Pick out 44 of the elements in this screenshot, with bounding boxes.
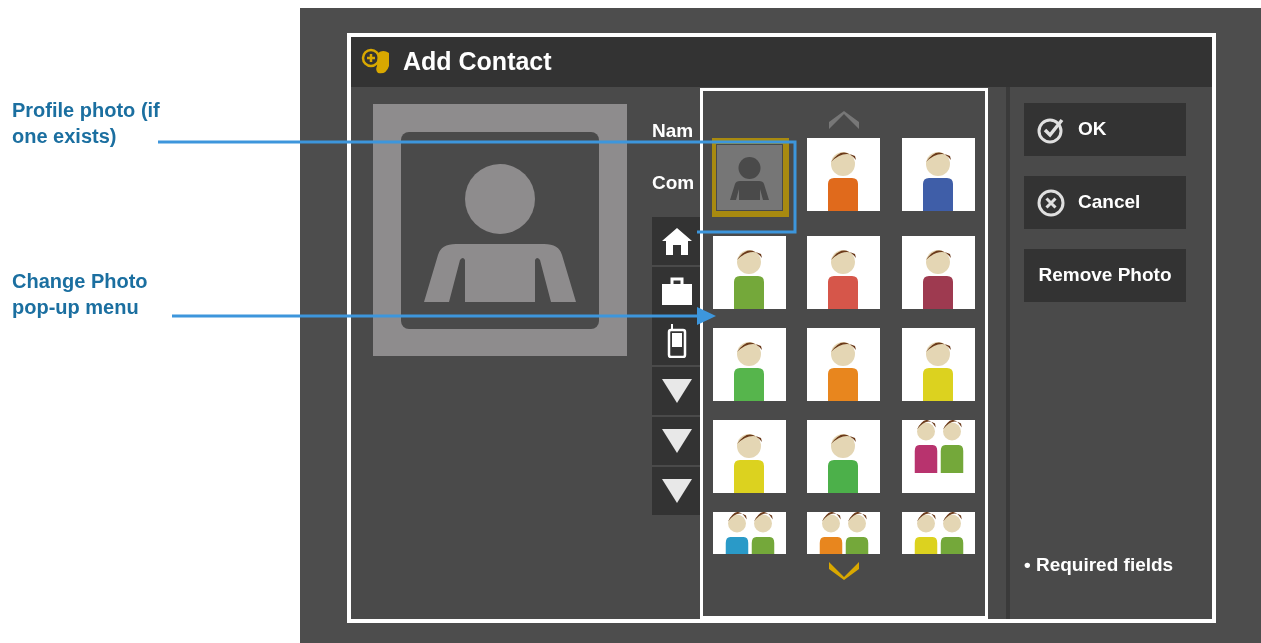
two-people-drawing [914,420,964,473]
two-people-drawing [725,512,775,554]
home-icon [661,226,693,256]
add-contact-icon [361,48,391,76]
person-drawing [828,434,859,493]
two-people-drawing [820,512,869,554]
field-type-button[interactable] [652,267,702,315]
remove-photo-button[interactable]: Remove Photo [1024,249,1186,302]
field-type-button[interactable] [652,417,702,465]
scroll-down-chevron-icon[interactable] [829,562,859,580]
ok-button[interactable]: OK [1024,103,1186,156]
avatar-option[interactable] [807,138,881,211]
person-drawing [923,152,954,211]
avatar-option[interactable] [807,236,881,309]
close-circle-icon [1036,187,1066,218]
dropdown-triangle-icon [661,428,693,454]
two-people-drawing [914,512,964,554]
cancel-button[interactable]: Cancel [1024,176,1186,229]
person-drawing [828,342,859,401]
person-drawing [923,342,954,401]
person-drawing [923,250,954,309]
person-drawing [828,152,859,211]
field-type-button[interactable] [652,467,702,515]
field-type-button[interactable] [652,367,702,415]
callout-text: Change Photo pop-up menu [12,269,149,320]
person-silhouette-icon [715,144,783,211]
avatar-option[interactable] [902,236,976,309]
field-label: Nam [652,119,695,143]
dropdown-triangle-icon [661,478,693,504]
dropdown-triangle-icon [661,378,693,404]
mobile-phone-icon [667,324,687,358]
callout-text: Profile photo (if one exists) [12,98,161,149]
briefcase-icon [661,276,693,306]
person-drawing [828,250,859,309]
person-drawing [733,434,764,493]
required-fields-note: • Required fields [1024,552,1175,577]
avatar-option[interactable] [902,138,976,211]
person-drawing [733,342,764,401]
field-type-button[interactable] [652,317,702,365]
dialog-title: Add Contact [403,46,552,78]
person-drawing [733,250,764,309]
field-label: Com [652,171,696,195]
field-type-button[interactable] [652,217,702,265]
avatar-option[interactable] [902,420,976,493]
